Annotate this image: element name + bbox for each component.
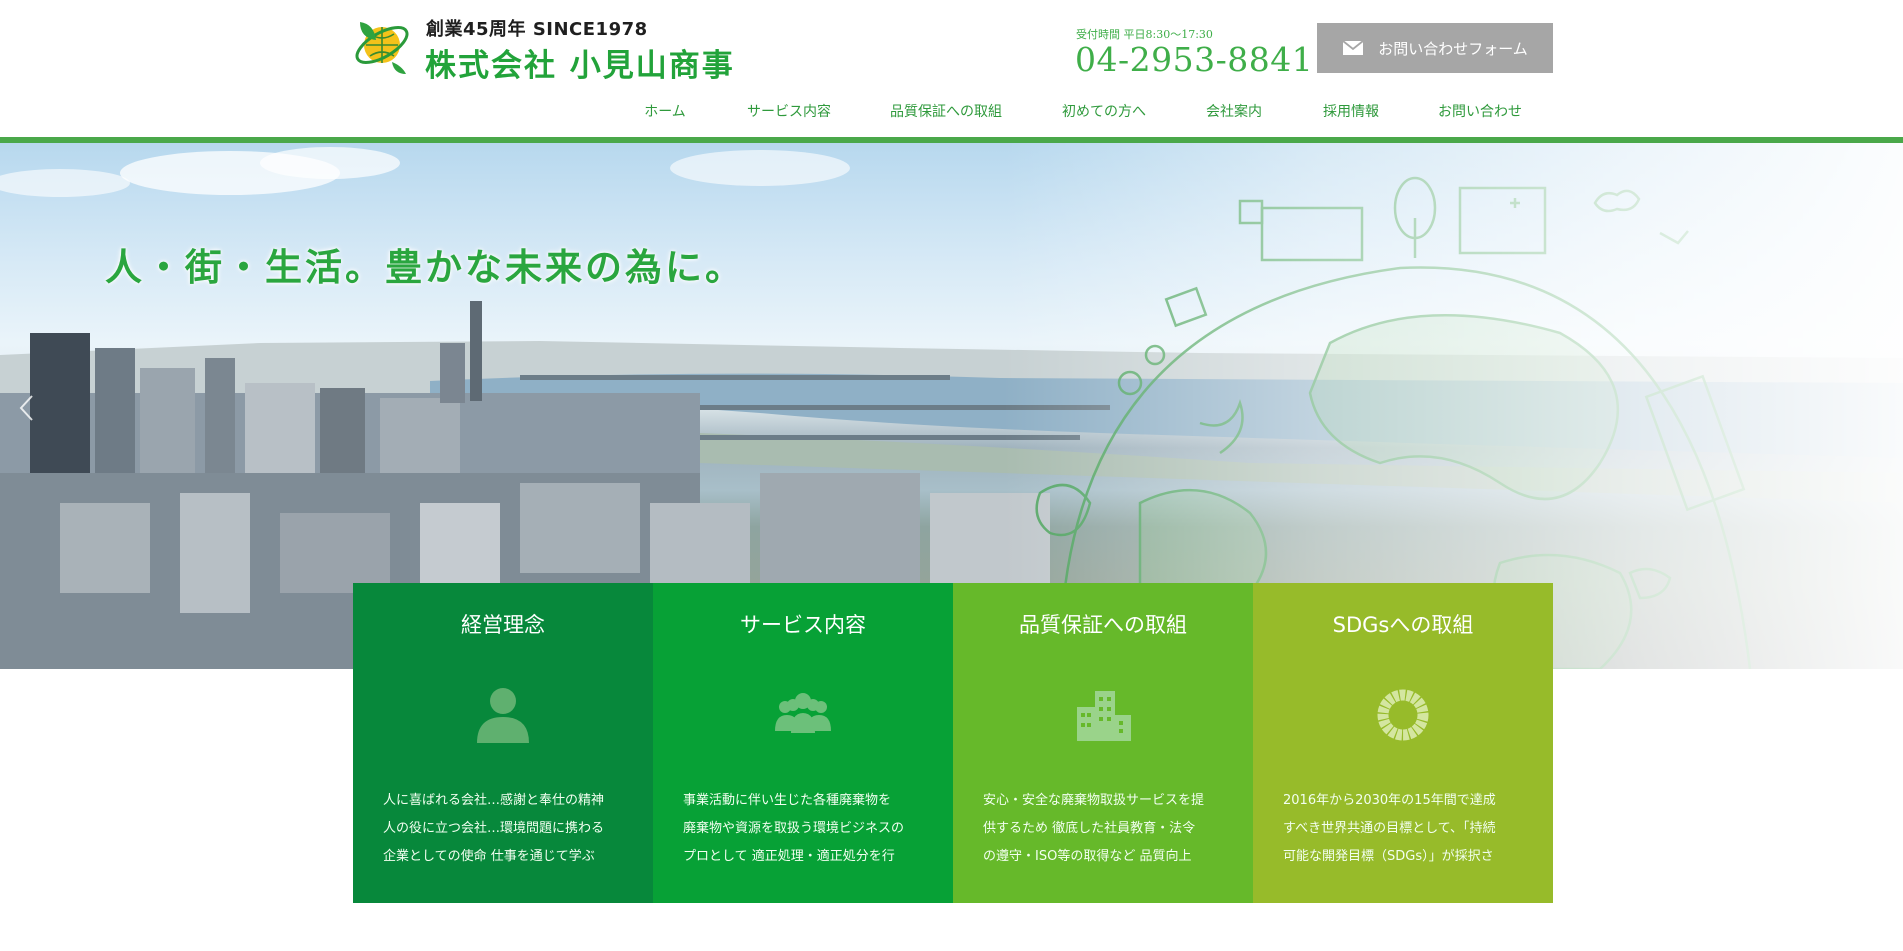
main-nav: ホーム サービス内容 品質保証への取組 初めての方へ 会社案内 採用情報 お問い…	[0, 101, 1903, 125]
nav-recruit[interactable]: 採用情報	[1323, 101, 1379, 121]
nav-company[interactable]: 会社案内	[1206, 101, 1262, 121]
site-logo[interactable]: 創業45周年 SINCE1978 株式会社 小見山商事	[352, 12, 742, 84]
building-icon	[1077, 691, 1131, 741]
nav-quality[interactable]: 品質保証への取組	[890, 101, 1002, 121]
card-title: 経営理念	[461, 613, 545, 637]
card-title: サービス内容	[740, 613, 866, 637]
card-philosophy[interactable]: 経営理念 人に喜ばれる会社…感謝と奉仕の精神 人の役に立つ会社…環境問題に携わる…	[353, 583, 653, 903]
card-sdgs[interactable]: SDGsへの取組 2016年から2030年の15年間で達成 すべき世界共通の目標…	[1253, 583, 1553, 903]
logo-company-name: 株式会社 小見山商事	[425, 48, 735, 84]
feature-cards: 経営理念 人に喜ばれる会社…感謝と奉仕の精神 人の役に立つ会社…環境問題に携わる…	[353, 583, 1553, 903]
site-header: 創業45周年 SINCE1978 株式会社 小見山商事 受付時間 平日8:30～…	[0, 0, 1903, 143]
person-icon	[477, 688, 529, 743]
card-description: 2016年から2030年の15年間で達成 すべき世界共通の目標として、「持続 可…	[1283, 793, 1496, 864]
nav-contact[interactable]: お問い合わせ	[1438, 101, 1522, 121]
sdgs-wheel-icon	[1377, 689, 1429, 741]
group-icon	[775, 693, 831, 733]
hero-tagline: 人・街・生活。豊かな未来の為に。	[105, 246, 745, 289]
card-description: 事業活動に伴い生じた各種廃棄物を 廃棄物や資源を取扱う環境ビジネスの プロとして…	[683, 793, 905, 864]
card-description: 人に喜ばれる会社…感謝と奉仕の精神 人の役に立つ会社…環境問題に携わる 企業とし…	[383, 793, 605, 864]
chevron-left-icon[interactable]	[16, 393, 38, 423]
envelope-icon	[1342, 40, 1364, 55]
contact-form-button[interactable]: お問い合わせフォーム	[1317, 23, 1553, 73]
card-title: 品質保証への取組	[1019, 613, 1187, 637]
card-title: SDGsへの取組	[1332, 613, 1474, 637]
card-services[interactable]: サービス内容 事業活動に伴い生じた各種廃棄物を 廃棄物や資源を取扱う環境ビジネス…	[653, 583, 953, 903]
nav-home[interactable]: ホーム	[644, 101, 686, 121]
nav-first-time[interactable]: 初めての方へ	[1062, 101, 1146, 121]
logo-anniversary: 創業45周年 SINCE1978	[426, 19, 648, 40]
card-quality[interactable]: 品質保証への取組 安心・安全な廃棄物取扱サービスを提 供するため 徹底した社員教…	[953, 583, 1253, 903]
card-description: 安心・安全な廃棄物取扱サービスを提 供するため 徹底した社員教育・法令 の遵守・…	[983, 793, 1205, 864]
globe-leaf-logo-icon	[355, 22, 409, 74]
nav-services[interactable]: サービス内容	[747, 101, 831, 121]
contact-form-label: お問い合わせフォーム	[1378, 39, 1528, 58]
phone-number[interactable]: 04-2953-8841	[1075, 40, 1313, 79]
